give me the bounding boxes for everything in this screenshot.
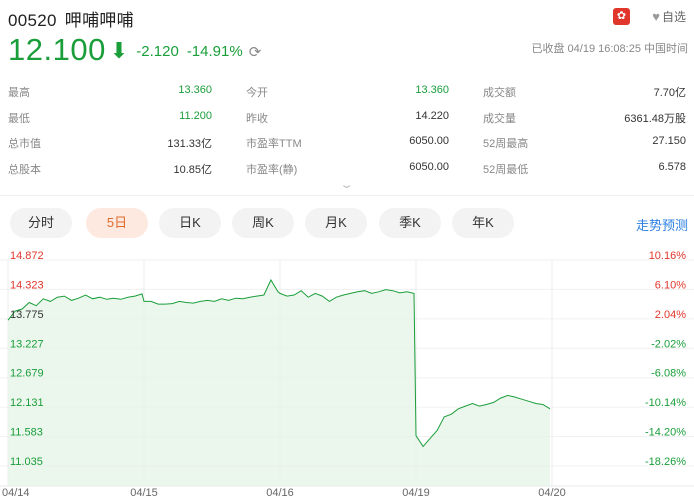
stat-value: 6050.00 <box>409 135 449 147</box>
trend-forecast-link[interactable]: 走势预测 <box>636 215 688 234</box>
stats-row: 最高 13.360 今开 13.360 成交额 7.70亿 <box>8 82 688 108</box>
tab-weekly-k[interactable]: 周K <box>232 208 294 238</box>
stat-value: 10.85亿 <box>173 163 212 176</box>
pct-tick-label: -10.14% <box>645 397 686 409</box>
stat-value: 27.150 <box>652 135 686 147</box>
stat-label: 今开 <box>246 87 268 99</box>
stat-label: 成交额 <box>483 87 516 99</box>
stat-label: 最高 <box>8 87 30 99</box>
stat-value: 6050.00 <box>409 160 449 173</box>
quote-row: 12.100 ⬇ -2.120 -14.91% ⟳ 已收盘 04/19 16:08:25… <box>8 32 688 68</box>
market-status: 已收盘 04/19 16:08:25 中国时间 <box>531 43 688 55</box>
add-favorite-button[interactable]: ♥ 自选 <box>652 8 686 25</box>
pct-tick-label: -14.20% <box>645 427 686 439</box>
y-tick-label: 11.035 <box>10 456 43 468</box>
heart-icon: ♥ <box>652 9 660 24</box>
tab-quarterly-k[interactable]: 季K <box>379 208 441 238</box>
stat-label: 总股本 <box>8 163 41 176</box>
stats-row: 总市值 131.33亿 市盈率TTM 6050.00 52周最高 27.150 <box>8 133 688 159</box>
stock-header: 00520 呷哺呷哺 ✿ ♥ 自选 <box>8 6 686 30</box>
x-tick-label: 04/15 <box>130 487 158 499</box>
tab-5day[interactable]: 5日 <box>86 208 148 238</box>
pct-tick-label: 2.04% <box>655 309 686 321</box>
favorite-label: 自选 <box>661 10 686 24</box>
y-tick-label: 13.775 <box>10 309 44 321</box>
x-tick-label: 04/16 <box>266 487 294 499</box>
price-area <box>8 280 550 486</box>
refresh-icon[interactable]: ⟳ <box>249 43 262 61</box>
stat-label: 52周最高 <box>483 138 529 150</box>
stat-value: 13.360 <box>178 84 212 96</box>
stat-label: 昨收 <box>246 112 268 125</box>
stat-label: 市盈率(静) <box>246 163 298 176</box>
y-tick-label: 11.583 <box>10 427 43 439</box>
stat-label: 总市值 <box>8 138 41 150</box>
x-tick-label: 04/20 <box>538 487 566 499</box>
divider <box>0 195 694 196</box>
y-tick-label: 13.227 <box>10 338 44 350</box>
tab-monthly-k[interactable]: 月K <box>305 208 367 238</box>
stock-code: 00520 <box>8 11 57 30</box>
current-price: 12.100 <box>8 32 106 67</box>
pct-tick-label: 10.16% <box>649 250 687 262</box>
tab-yearly-k[interactable]: 年K <box>452 208 514 238</box>
expand-chevron-icon[interactable]: ⌄ <box>339 178 354 191</box>
y-tick-label: 14.323 <box>10 279 44 291</box>
x-tick-label: 04/19 <box>402 487 430 499</box>
five-day-chart: 14.872 10.16% 14.323 6.10% 13.775 2.04% 13.227… <box>0 250 694 499</box>
y-tick-label: 12.131 <box>10 397 44 409</box>
tab-daily-k[interactable]: 日K <box>159 208 221 238</box>
stat-value: 131.33亿 <box>167 138 212 150</box>
pct-tick-label: -6.08% <box>651 368 686 380</box>
arrow-down-icon: ⬇ <box>109 38 129 63</box>
x-tick-label: 04/14 <box>2 487 30 499</box>
stat-value: 6.578 <box>658 160 686 173</box>
pct-tick-label: -18.26% <box>645 456 686 468</box>
stat-label: 最低 <box>8 112 30 125</box>
stat-label: 52周最低 <box>483 163 529 176</box>
stat-value: 11.200 <box>179 109 212 122</box>
stats-row: 最低 11.200 昨收 14.220 成交量 6361.48万股 <box>8 108 688 134</box>
pct-tick-label: 6.10% <box>655 279 686 291</box>
pct-tick-label: -2.02% <box>651 338 686 350</box>
stat-label: 成交量 <box>483 112 516 125</box>
stat-value: 13.360 <box>415 84 449 96</box>
price-change: -2.120 <box>136 43 179 60</box>
hk-flag-icon: ✿ <box>613 8 630 25</box>
stat-value: 14.220 <box>415 109 449 122</box>
stat-label: 市盈率TTM <box>246 138 302 150</box>
stat-value: 6361.48万股 <box>624 112 686 125</box>
stats-table: 最高 13.360 今开 13.360 成交额 7.70亿 最低 11.200 … <box>8 82 688 184</box>
stock-title: 00520 呷哺呷哺 <box>8 6 686 31</box>
y-tick-label: 14.872 <box>10 250 44 262</box>
period-tabs: 分时 5日 日K 周K 月K 季K 年K 走势预测 <box>8 208 688 238</box>
price-change-percent: -14.91% <box>186 43 243 60</box>
y-tick-label: 12.679 <box>10 368 44 380</box>
stock-name: 呷哺呷哺 <box>64 11 134 30</box>
stat-value: 7.70亿 <box>653 87 686 99</box>
tab-intraday[interactable]: 分时 <box>10 208 72 238</box>
